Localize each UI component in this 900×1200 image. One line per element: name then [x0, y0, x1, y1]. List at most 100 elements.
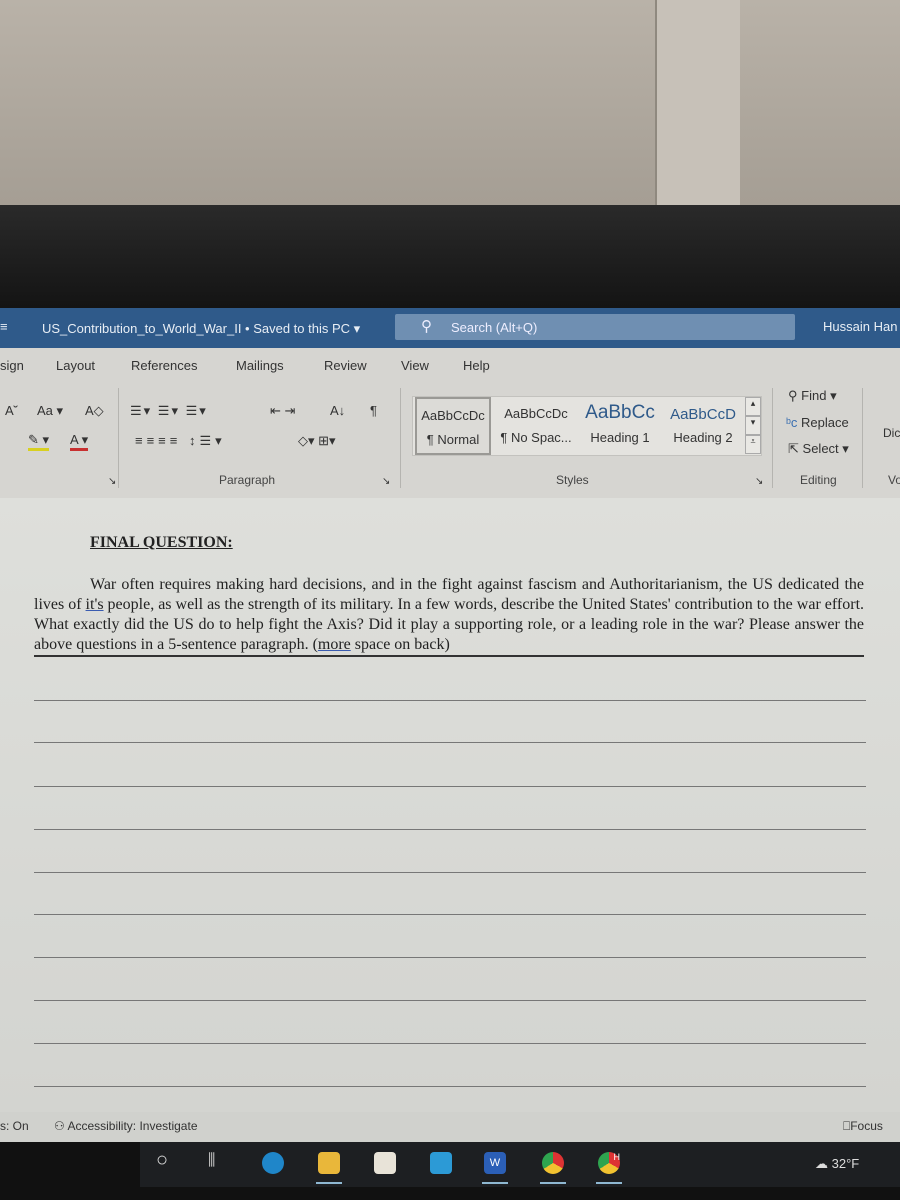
dictate-button[interactable]: Dic: [883, 426, 900, 440]
background-wall: [0, 0, 900, 205]
styles-dialog-launcher-icon[interactable]: ↘: [755, 476, 763, 487]
answer-line: [34, 914, 866, 915]
tab-view[interactable]: View: [401, 358, 429, 373]
file-explorer-icon[interactable]: [318, 1152, 340, 1174]
paragraph-dialog-launcher-icon[interactable]: ↘: [382, 476, 390, 487]
accessibility-label: Accessibility: Investigate: [67, 1119, 198, 1133]
status-left[interactable]: s: On: [0, 1119, 29, 1133]
monitor-bezel: [0, 205, 900, 308]
style-preview: AaBbCcD: [670, 406, 736, 423]
store-icon[interactable]: [374, 1152, 396, 1174]
active-indicator: [316, 1182, 342, 1184]
answer-line: [34, 1000, 866, 1001]
question-paragraph: War often requires making hard decisions…: [34, 575, 864, 657]
edge-icon[interactable]: [262, 1152, 284, 1174]
mail-icon[interactable]: [430, 1152, 452, 1174]
menu-icon[interactable]: ≡: [0, 319, 8, 334]
style-name: ¶ Normal: [426, 432, 480, 447]
style-name: ¶ No Spac...: [500, 430, 572, 445]
sort-button[interactable]: A↓: [330, 403, 345, 418]
style-normal[interactable]: AaBbCcDc ¶ Normal: [415, 397, 491, 455]
document-title-text: US_Contribution_to_World_War_II • Saved …: [42, 321, 351, 336]
styles-gallery: AaBbCcDc ¶ Normal AaBbCcDc ¶ No Spac... Aa…: [412, 396, 762, 456]
style-preview: AaBbCcDc: [421, 408, 485, 423]
search-icon: ⚲: [421, 318, 432, 335]
replace-button[interactable]: ᵇc Replace: [786, 415, 849, 430]
focus-label: Focus: [850, 1119, 883, 1133]
tab-design[interactable]: sign: [0, 358, 24, 373]
find-label: Find: [801, 388, 827, 403]
search-circle-icon[interactable]: ○: [156, 1149, 178, 1171]
search-icon: ⚲: [788, 388, 798, 403]
scroll-up-icon[interactable]: ▴: [745, 397, 761, 416]
align-buttons[interactable]: ≡≡≡≡ ↕☰▾: [135, 433, 226, 449]
answer-line: [34, 1086, 866, 1087]
cursor-icon: ⇱: [788, 441, 799, 456]
tab-layout[interactable]: Layout: [56, 358, 95, 373]
title-bar: ≡ US_Contribution_to_World_War_II • Save…: [0, 308, 900, 348]
change-case-button[interactable]: Aa ▾: [37, 403, 63, 419]
style-no-spacing[interactable]: AaBbCcDc ¶ No Spac...: [495, 397, 577, 455]
answer-line: [34, 1043, 866, 1044]
answer-line: [34, 872, 866, 873]
style-name: Heading 2: [673, 430, 733, 445]
search-placeholder: Search (Alt+Q): [451, 320, 538, 335]
document-title[interactable]: US_Contribution_to_World_War_II • Saved …: [42, 321, 360, 337]
search-box[interactable]: ⚲ Search (Alt+Q): [395, 314, 795, 340]
ribbon: sign Layout References Mailings Review V…: [0, 348, 900, 498]
user-name[interactable]: Hussain Han: [823, 319, 897, 334]
clear-formatting-button[interactable]: A◇: [85, 403, 104, 419]
style-heading-1[interactable]: AaBbCc Heading 1: [579, 397, 661, 455]
weather-temp: 32°F: [831, 1156, 860, 1171]
style-preview: AaBbCcDc: [504, 406, 568, 421]
answer-line: [34, 742, 866, 743]
grammar-flag[interactable]: it's: [86, 596, 104, 613]
shading-button[interactable]: ◇▾ ⊞▾: [298, 433, 336, 449]
group-paragraph: Paragraph: [219, 473, 276, 487]
taskbar: ○ ⫼ W H ☁ 32°F: [140, 1142, 900, 1187]
accessibility-button[interactable]: ⚇ Accessibility: Investigate: [54, 1119, 198, 1133]
chrome-icon[interactable]: [542, 1152, 564, 1174]
status-bar: s: On ⚇ Accessibility: Investigate ⎕Focu…: [0, 1112, 900, 1142]
chevron-down-icon[interactable]: ▾: [354, 321, 361, 336]
document-page[interactable]: FINAL QUESTION: War often requires makin…: [0, 498, 900, 1112]
show-marks-button[interactable]: ¶: [370, 403, 377, 418]
bullets-button[interactable]: ☰▾ ☰▾ ☰▾: [130, 403, 208, 419]
grow-font-button[interactable]: A˘: [5, 403, 18, 418]
chrome-profile-icon[interactable]: H: [598, 1152, 620, 1174]
select-button[interactable]: ⇱ Select ▾: [788, 441, 849, 457]
tab-review[interactable]: Review: [324, 358, 367, 373]
divider: [400, 388, 401, 488]
tab-mailings[interactable]: Mailings: [236, 358, 284, 373]
active-indicator: [482, 1182, 508, 1184]
tab-help[interactable]: Help: [463, 358, 490, 373]
font-color-button[interactable]: A ▾: [70, 432, 89, 451]
indent-buttons[interactable]: ⇤ ⇥: [270, 403, 295, 419]
background-door: [655, 0, 740, 205]
divider: [772, 388, 773, 488]
weather-widget[interactable]: ☁ 32°F: [815, 1156, 859, 1172]
group-styles: Styles: [556, 473, 589, 487]
style-preview: AaBbCc: [585, 402, 655, 423]
select-label: Select: [802, 441, 839, 456]
font-dialog-launcher-icon[interactable]: ↘: [108, 476, 116, 487]
answer-line: [34, 829, 866, 830]
task-view-icon[interactable]: ⫼: [208, 1152, 230, 1174]
active-indicator: [540, 1182, 566, 1184]
tab-references[interactable]: References: [131, 358, 197, 373]
group-voice: Vo: [888, 473, 900, 487]
highlight-button[interactable]: ✎ ▾: [28, 432, 50, 451]
more-styles-icon[interactable]: ⩡: [745, 435, 761, 454]
find-button[interactable]: ⚲ Find ▾: [788, 388, 837, 404]
question-heading: FINAL QUESTION:: [90, 534, 233, 551]
accessibility-icon: ⚇: [54, 1119, 65, 1133]
word-icon[interactable]: W: [484, 1152, 506, 1174]
answer-line: [34, 957, 866, 958]
style-heading-2[interactable]: AaBbCcD Heading 2: [663, 397, 743, 455]
divider: [862, 388, 863, 488]
divider: [118, 388, 119, 488]
grammar-flag[interactable]: more: [318, 636, 351, 653]
scroll-down-icon[interactable]: ▾: [745, 416, 761, 435]
focus-button[interactable]: ⎕Focus: [843, 1119, 883, 1134]
answer-line: [34, 786, 866, 787]
